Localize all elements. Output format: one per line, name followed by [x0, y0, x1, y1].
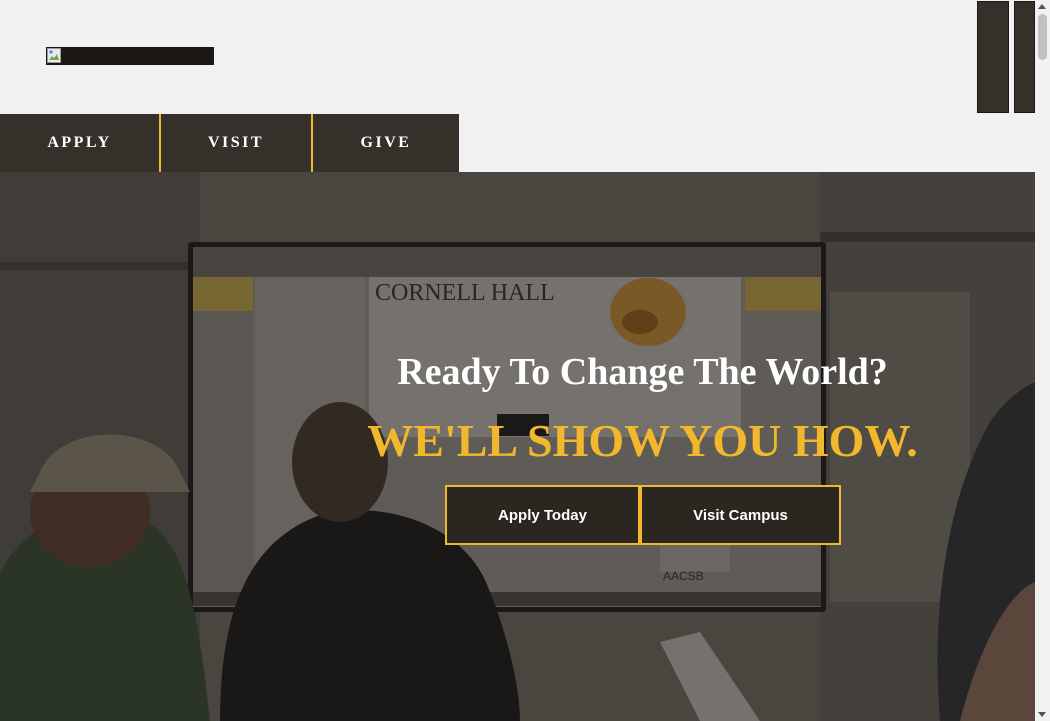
hero-tagline: WE'LL SHOW YOU HOW. [367, 415, 918, 466]
scroll-down-arrow-icon[interactable] [1038, 712, 1046, 717]
search-button[interactable] [1014, 1, 1035, 113]
scroll-up-arrow-icon[interactable] [1038, 4, 1046, 9]
visit-campus-button[interactable]: Visit Campus [640, 485, 841, 545]
menu-button[interactable] [977, 1, 1009, 113]
logo-alt-text: University of Missouri [63, 47, 206, 64]
university-logo-link[interactable]: University of Missouri [46, 47, 214, 65]
nav-visit[interactable]: VISIT [161, 114, 311, 172]
nav-apply[interactable]: APPLY [0, 114, 159, 172]
broken-image-icon [47, 48, 62, 64]
hero-section: CORNELL HALL AACSB Ready To Change The W… [0, 172, 1035, 721]
apply-today-button[interactable]: Apply Today [445, 485, 640, 545]
site-header: University of Missouri [0, 0, 1035, 114]
nav-give[interactable]: GIVE [313, 114, 459, 172]
primary-nav: APPLY VISIT GIVE [0, 114, 1035, 172]
vertical-scrollbar[interactable] [1035, 0, 1050, 721]
hero-title: Ready To Change The World? [397, 351, 888, 393]
scroll-thumb[interactable] [1038, 14, 1047, 60]
